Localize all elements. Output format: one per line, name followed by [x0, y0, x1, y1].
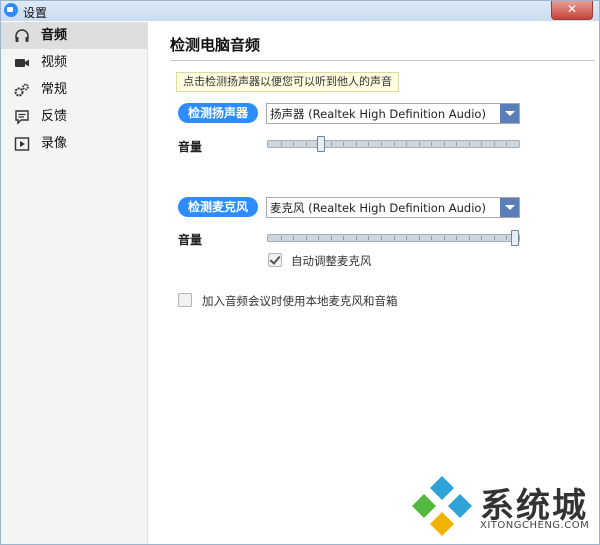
slider-tick [343, 142, 344, 146]
gears-icon [14, 83, 29, 97]
audio-settings-panel: 检测电脑音频 点击检测扬声器以便您可以听到他人的声音 检测扬声器 扬声器 (Re… [148, 22, 599, 544]
test-speaker-button[interactable]: 检测扬声器 [178, 103, 259, 123]
settings-window: 设置 ✕ 音频 视频 常规 反馈 录像 检测电脑音频 点击检测扬声器以便您可以听… [0, 0, 600, 545]
sidebar-item-recording[interactable]: 录像 [1, 130, 147, 157]
auto-adjust-mic-checkbox[interactable] [268, 253, 282, 267]
sidebar-item-label: 音频 [41, 28, 68, 43]
page-title: 检测电脑音频 [170, 36, 261, 54]
window-title: 设置 [23, 6, 48, 20]
sidebar-item-general[interactable]: 常规 [1, 76, 147, 103]
comment-icon [15, 110, 29, 125]
auto-adjust-mic-label: 自动调整麦克风 [291, 254, 372, 268]
slider-tick [419, 142, 420, 146]
slider-tick [494, 236, 495, 240]
speaker-volume-thumb[interactable] [317, 136, 325, 152]
slider-tick [281, 236, 282, 240]
slider-tick [281, 142, 282, 146]
slider-tick [444, 142, 445, 146]
slider-tick [506, 142, 507, 146]
slider-tick [343, 236, 344, 240]
record-icon [14, 137, 30, 151]
slider-tick [406, 236, 407, 240]
slider-tick [494, 142, 495, 146]
slider-tick [406, 142, 407, 146]
slider-tick [381, 142, 382, 146]
slider-tick [456, 142, 457, 146]
microphone-volume-thumb[interactable] [511, 230, 519, 246]
speaker-volume-label: 音量 [178, 140, 203, 154]
slider-tick [381, 236, 382, 240]
slider-tick [394, 142, 395, 146]
sidebar: 音频 视频 常规 反馈 录像 [1, 22, 148, 544]
headphones-icon [15, 29, 29, 42]
join-audio-checkbox[interactable] [178, 293, 192, 307]
slider-tick [444, 236, 445, 240]
slider-tick [318, 236, 319, 240]
sidebar-item-label: 反馈 [41, 109, 68, 124]
chevron-down-icon[interactable] [500, 104, 519, 123]
slider-tick [456, 236, 457, 240]
slider-tick [394, 236, 395, 240]
slider-tick [356, 142, 357, 146]
slider-tick [293, 142, 294, 146]
microphone-volume-label: 音量 [178, 233, 203, 247]
camera-icon [15, 59, 29, 67]
speaker-select-value: 扬声器 (Realtek High Definition Audio) [270, 107, 486, 121]
close-button[interactable]: ✕ [551, 1, 593, 20]
speaker-select[interactable]: 扬声器 (Realtek High Definition Audio) [266, 103, 520, 124]
divider [170, 60, 595, 61]
chevron-down-icon[interactable] [500, 198, 519, 217]
slider-tick [293, 236, 294, 240]
slider-tick [331, 142, 332, 146]
slider-tick [481, 142, 482, 146]
sidebar-item-audio[interactable]: 音频 [1, 22, 147, 49]
microphone-volume-slider[interactable] [267, 230, 520, 246]
slider-tick [506, 236, 507, 240]
slider-tick [419, 236, 420, 240]
sidebar-item-label: 常规 [41, 82, 68, 97]
watermark-subtext: XITONGCHENG.COM [480, 520, 590, 531]
slider-tick [306, 236, 307, 240]
speaker-volume-slider[interactable] [267, 136, 520, 152]
slider-tick [368, 142, 369, 146]
slider-tick [469, 142, 470, 146]
slider-tick [306, 142, 307, 146]
slider-tick [331, 236, 332, 240]
sidebar-item-feedback[interactable]: 反馈 [1, 103, 147, 130]
slider-tick [469, 236, 470, 240]
slider-tick [481, 236, 482, 240]
slider-tick [368, 236, 369, 240]
sidebar-item-label: 视频 [41, 55, 68, 70]
watermark-logo [412, 476, 472, 536]
slider-tick [431, 142, 432, 146]
watermark: 系统城 XITONGCHENG.COM [410, 474, 600, 539]
sidebar-item-video[interactable]: 视频 [1, 49, 147, 76]
app-icon [4, 3, 18, 17]
sidebar-item-label: 录像 [41, 136, 68, 151]
slider-tick [356, 236, 357, 240]
speaker-test-tooltip: 点击检测扬声器以便您可以听到他人的声音 [176, 72, 399, 92]
test-microphone-button[interactable]: 检测麦克风 [178, 197, 259, 217]
join-audio-label: 加入音频会议时使用本地麦克风和音箱 [202, 294, 398, 308]
microphone-select[interactable]: 麦克风 (Realtek High Definition Audio) [266, 197, 520, 218]
title-bar: 设置 ✕ [1, 1, 599, 21]
microphone-select-value: 麦克风 (Realtek High Definition Audio) [270, 201, 486, 215]
slider-tick [431, 236, 432, 240]
